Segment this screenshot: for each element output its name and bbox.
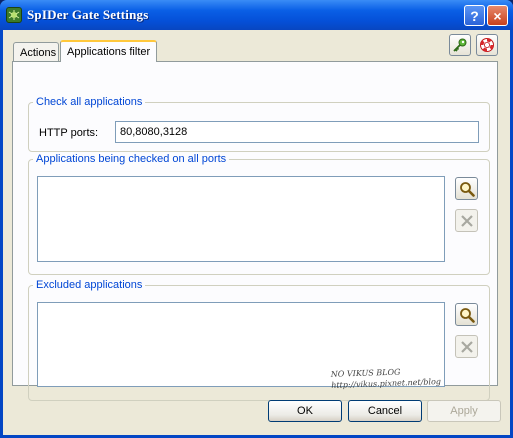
remove-excluded-app-button[interactable] [455,335,478,358]
window-title: SpIDer Gate Settings [27,7,149,22]
spider-icon [6,7,22,23]
checked-apps-list[interactable] [37,176,445,262]
title-bar[interactable]: SpIDer Gate Settings ? × [0,0,513,30]
close-button[interactable]: × [487,5,508,26]
cancel-button[interactable]: Cancel [348,400,422,422]
settings-window: SpIDer Gate Settings ? × Actions Applica… [0,0,513,438]
apply-button[interactable]: Apply [427,400,501,422]
lifebuoy-icon [480,38,494,52]
remove-checked-app-button[interactable] [455,209,478,232]
key-icon [453,38,467,52]
watermark: NO VIKUS BLOG http://vikus.pixnet.net/bl… [331,365,441,391]
add-excluded-app-button[interactable] [455,303,478,326]
dialog-body: Actions Applications filter Check all ap… [3,30,510,435]
help-button[interactable]: ? [464,5,485,26]
check-all-group: Check all applications HTTP ports: [28,96,490,152]
ok-button[interactable]: OK [268,400,342,422]
lifebuoy-button[interactable] [476,34,498,56]
checked-all-ports-group: Applications being checked on all ports [28,153,490,275]
http-ports-input[interactable] [115,121,479,143]
tab-actions[interactable]: Actions [13,42,59,61]
check-all-title: Check all applications [36,96,143,108]
excluded-apps-title: Excluded applications [36,279,143,291]
checked-all-ports-title: Applications being checked on all ports [36,153,227,165]
magnifier-icon [459,307,475,323]
cross-icon [460,340,473,353]
http-ports-label: HTTP ports: [39,127,99,139]
add-checked-app-button[interactable] [455,177,478,200]
cross-icon [460,214,473,227]
applications-filter-panel: Check all applications HTTP ports: Appli… [12,61,498,401]
key-button[interactable] [449,34,471,56]
magnifier-icon [459,181,475,197]
tab-applications-filter[interactable]: Applications filter [60,40,157,62]
